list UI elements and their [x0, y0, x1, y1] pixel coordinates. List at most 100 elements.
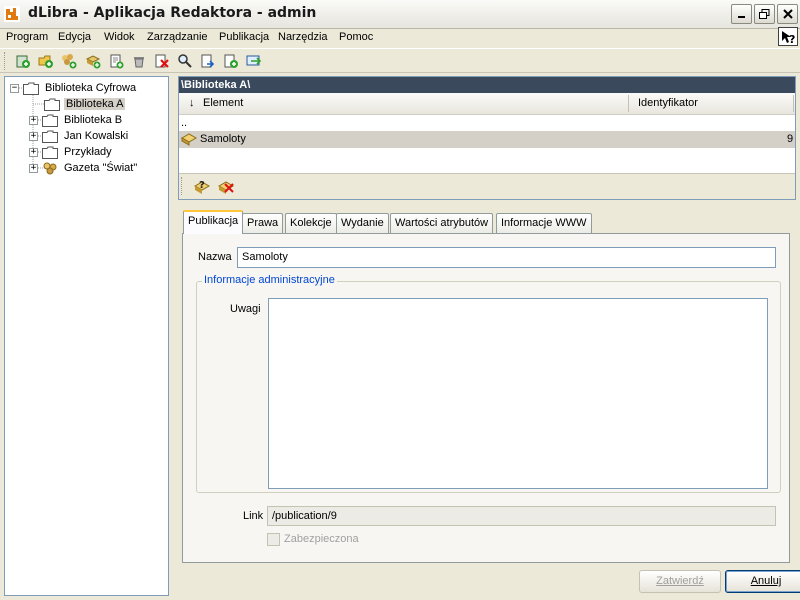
add-group-icon — [62, 54, 77, 69]
folder-icon — [42, 146, 58, 159]
link-field[interactable]: /publication/9 — [267, 506, 776, 526]
import-button[interactable] — [199, 52, 217, 70]
tree-item-biblioteka-a[interactable]: Biblioteka A — [44, 96, 126, 112]
refresh-icon — [246, 55, 262, 66]
edit-publication-icon[interactable]: ? — [193, 178, 211, 196]
export-button[interactable] — [222, 52, 240, 70]
expand-icon[interactable]: + — [29, 163, 38, 173]
add-library-button[interactable] — [14, 52, 32, 70]
import-icon — [201, 54, 215, 68]
column-header: ↓ Element Identyfikator — [179, 93, 795, 115]
close-button[interactable] — [777, 4, 798, 24]
minimize-button[interactable] — [731, 4, 752, 24]
name-field[interactable]: Samoloty — [237, 247, 776, 268]
confirm-button-label: Zatwierdź — [656, 575, 704, 587]
remove-document-icon — [155, 54, 169, 68]
minimize-icon — [737, 16, 745, 18]
delete-publication-icon[interactable] — [217, 178, 235, 196]
menu-widok[interactable]: Widok — [104, 31, 135, 43]
actions-grip[interactable] — [181, 177, 183, 195]
add-group-button[interactable] — [60, 52, 78, 70]
tree-label: Gazeta "Świat" — [64, 162, 138, 174]
svg-text:?: ? — [789, 33, 795, 45]
expand-icon[interactable]: + — [29, 115, 38, 125]
context-help-button[interactable]: ? — [778, 27, 798, 46]
browser-actions: ? — [179, 173, 795, 199]
folder-icon — [23, 82, 39, 95]
tree-label: Biblioteka A — [64, 98, 126, 110]
link-label: Link — [243, 510, 264, 522]
tab-wartosci-atrybutow[interactable]: Wartości atrybutów — [390, 213, 494, 233]
tree-item-root[interactable]: − Biblioteka Cyfrowa — [10, 80, 138, 96]
tree-item-przyklady[interactable]: + Przykłady — [29, 144, 114, 160]
tree-item-jan-kowalski[interactable]: + Jan Kowalski — [29, 128, 130, 144]
confirm-button[interactable]: Zatwierdź — [639, 570, 721, 593]
group-icon — [43, 162, 57, 174]
column-element[interactable]: Element — [203, 97, 243, 109]
tree-label: Jan Kowalski — [64, 130, 129, 142]
menu-narzedzia[interactable]: Narzędzia — [278, 31, 328, 43]
help-icon: ? — [782, 30, 795, 45]
maximize-button[interactable] — [754, 4, 775, 24]
export-icon — [224, 54, 238, 68]
menu-bar: Program Edycja Widok Zarządzanie Publika… — [0, 29, 800, 48]
tab-informacje-www[interactable]: Informacje WWW — [496, 213, 592, 233]
expand-icon[interactable]: + — [29, 147, 38, 157]
add-edition-button[interactable] — [107, 52, 125, 70]
protected-label: Zabezpieczona — [284, 533, 359, 545]
menu-publikacja[interactable]: Publikacja — [219, 31, 269, 43]
folder-icon — [42, 130, 58, 143]
parent-row[interactable]: .. — [181, 117, 187, 129]
menu-edycja[interactable]: Edycja — [58, 31, 91, 43]
publication-icon — [181, 133, 197, 146]
menu-program[interactable]: Program — [6, 31, 48, 43]
svg-text:?: ? — [199, 180, 205, 191]
add-library-icon — [16, 55, 30, 68]
refresh-button[interactable] — [245, 52, 263, 70]
table-row[interactable]: Samoloty 9 — [179, 131, 795, 148]
menu-zarzadzanie[interactable]: Zarządzanie — [147, 31, 208, 43]
tree-label: Przykłady — [64, 146, 112, 158]
collapse-icon[interactable]: − — [10, 83, 19, 93]
column-divider[interactable] — [628, 95, 629, 112]
add-edition-icon — [110, 54, 124, 69]
tree-item-gazeta-swiat[interactable]: + Gazeta "Świat" — [29, 160, 139, 176]
add-folder-button[interactable] — [37, 52, 55, 70]
tree-label: Biblioteka B — [64, 114, 123, 126]
tab-prawa[interactable]: Prawa — [242, 213, 284, 233]
delete-button[interactable] — [130, 52, 148, 70]
tab-wydanie[interactable]: Wydanie — [336, 213, 389, 233]
close-icon — [782, 9, 793, 19]
name-label: Nazwa — [198, 251, 232, 263]
notes-label: Uwagi — [230, 303, 261, 315]
expand-icon[interactable]: + — [29, 131, 38, 141]
protected-checkbox[interactable] — [267, 533, 280, 546]
restore-icon — [759, 8, 770, 19]
title-bar: dLibra - Aplikacja Redaktora - admin — [0, 0, 800, 29]
menu-pomoc[interactable]: Pomoc — [339, 31, 373, 43]
toolbar-grip[interactable] — [4, 52, 6, 70]
tab-panel-publikacja: Nazwa Samoloty Informacje administracyjn… — [182, 233, 790, 563]
search-icon — [178, 54, 192, 68]
tab-publikacja[interactable]: Publikacja — [183, 210, 244, 234]
add-folder-icon — [38, 55, 53, 68]
admin-info-title: Informacje administracyjne — [202, 274, 337, 286]
dlibra-app-icon — [4, 6, 20, 22]
column-divider — [793, 95, 794, 112]
add-publication-icon — [85, 55, 101, 69]
row-id: 9 — [787, 133, 794, 145]
tree-label-root: Biblioteka Cyfrowa — [45, 82, 137, 94]
tree-item-biblioteka-b[interactable]: + Biblioteka B — [29, 112, 124, 128]
library-tree[interactable]: − Biblioteka Cyfrowa Biblioteka A + Bibl… — [4, 76, 169, 596]
path-bar: \Biblioteka A\ — [179, 77, 795, 93]
sort-arrow[interactable]: ↓ — [189, 97, 195, 109]
cancel-button-label: Anuluj — [750, 575, 782, 587]
notes-textarea[interactable] — [268, 298, 768, 489]
remove-button[interactable] — [153, 52, 171, 70]
tab-kolekcje[interactable]: Kolekcje — [285, 213, 337, 233]
column-identifier[interactable]: Identyfikator — [638, 97, 698, 109]
add-publication-button[interactable] — [84, 52, 102, 70]
element-browser: \Biblioteka A\ ↓ Element Identyfikator .… — [178, 76, 796, 200]
search-button[interactable] — [176, 52, 194, 70]
cancel-button[interactable]: Anuluj — [725, 570, 800, 593]
